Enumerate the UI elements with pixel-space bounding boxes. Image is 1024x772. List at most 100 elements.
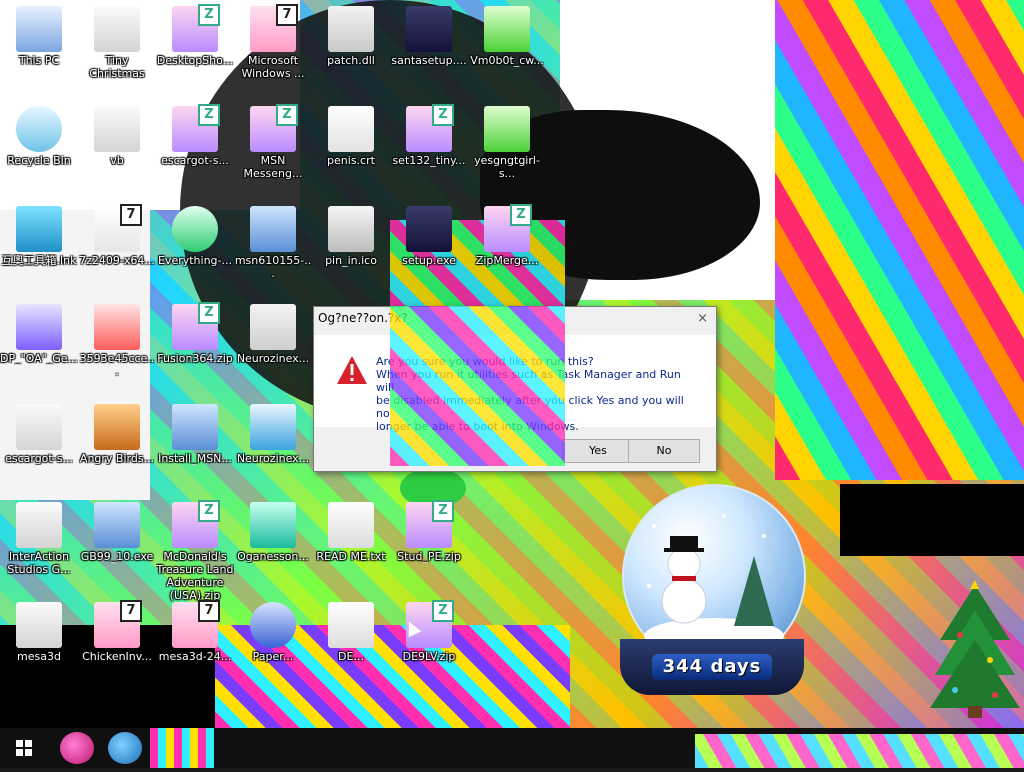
wallpaper-glitch-block — [840, 484, 1024, 556]
desktop-icon-label: 互奧工具箱.lnk — [1, 254, 77, 267]
zip-badge-icon: Z — [432, 500, 454, 522]
desktop-icon-label: McDonald's Treasure Land Adventure (USA)… — [156, 550, 234, 602]
gear-icon — [16, 304, 62, 350]
pink-app-icon[interactable] — [60, 732, 94, 764]
zip-icon: Z — [172, 500, 220, 548]
desktop-icon-label: 3593e45cce... — [79, 352, 155, 378]
desktop-icon[interactable]: READ ME.txt — [312, 496, 390, 592]
desktop-icon-label: Tiny Christmas — [89, 54, 145, 80]
zip-icon: Z — [406, 500, 454, 548]
7z-icon: 7 — [250, 4, 298, 52]
desktop-icon[interactable]: Z McDonald's Treasure Land Adventure (USA… — [156, 496, 234, 602]
desktop-icon[interactable]: vb — [78, 100, 156, 196]
desktop-icon[interactable]: Z MSN Messeng... — [234, 100, 312, 196]
game-icon — [94, 404, 140, 450]
desktop-icon[interactable]: escargot-s... — [0, 398, 78, 494]
ico-file-icon — [328, 206, 374, 252]
desktop-icon[interactable]: setup.exe — [390, 200, 468, 296]
setup-icon — [406, 206, 452, 252]
zip-badge-icon: Z — [198, 302, 220, 324]
desktop-icon[interactable]: Zset132_tiny... — [390, 100, 468, 196]
desktop-icon[interactable]: Paper... — [234, 596, 312, 692]
desktop-icon-label: Fusion364.zip — [157, 352, 233, 365]
desktop-icon[interactable]: 3593e45cce... — [78, 298, 156, 394]
desktop-icon-label: penis.crt — [327, 154, 375, 167]
desktop-icon-label: patch.dll — [327, 54, 375, 67]
desktop-icon[interactable]: 7 7z2409-x64... — [78, 200, 156, 296]
desktop-icon-label: GB99_10.exe — [80, 550, 154, 563]
desktop-icon[interactable]: patch.dll — [312, 0, 390, 96]
desktop-icon[interactable]: Vm0b0t_cw... — [468, 0, 546, 96]
desktop-icon[interactable]: Neurozinex... — [234, 398, 312, 494]
desktop-icon-label: vb — [110, 154, 124, 167]
desktop-icon-label: 7z2409-x64... — [79, 254, 155, 267]
start-button[interactable] — [0, 728, 48, 768]
desktop-icon-label: escargot-s... — [161, 154, 229, 167]
7z-badge-icon: 7 — [120, 204, 142, 226]
zip-badge-icon: Z — [432, 104, 454, 126]
image-icon — [484, 6, 530, 52]
desktop-icon-label: Stud_PE.zip — [397, 550, 461, 563]
desktop-icon[interactable]: Zescargot-s... — [156, 100, 234, 196]
desktop-icon[interactable]: Oganesson... — [234, 496, 312, 592]
desktop-icon[interactable]: This PC — [0, 0, 78, 96]
disc-icon — [250, 602, 296, 648]
desktop-icon[interactable]: 7 Microsoft Windows ... — [234, 0, 312, 96]
desktop-icon-label: READ ME.txt — [316, 550, 386, 563]
pdf-icon — [94, 304, 140, 350]
desktop-icon[interactable]: Z DesktopSho... — [156, 0, 234, 96]
7z-badge-icon: 7 — [120, 600, 142, 622]
window-app-icon — [250, 404, 296, 450]
desktop-icon[interactable]: Z Stud_PE.zip — [390, 496, 468, 592]
folder-icon — [16, 602, 62, 648]
desktop-icon[interactable]: 互奧工具箱.lnk — [0, 200, 78, 296]
desktop-icon[interactable]: DP_"OA"_Ge... — [0, 298, 78, 394]
computer-icon — [16, 6, 62, 52]
desktop-icon-label: DesktopSho... — [156, 54, 234, 67]
yes-button[interactable]: Yes — [562, 439, 634, 463]
desktop-icon[interactable]: DE... — [312, 596, 390, 692]
zip-icon: Z — [172, 302, 220, 350]
desktop-icon[interactable]: Recycle Bin — [0, 100, 78, 196]
installer-icon — [250, 206, 296, 252]
no-button[interactable]: No — [628, 439, 700, 463]
desktop-icon[interactable]: Z ZipMerge... — [468, 200, 546, 296]
desktop-icon[interactable]: penis.crt — [312, 100, 390, 196]
desktop-icon-label: Neurozinex... — [236, 352, 310, 365]
7z-installer-icon: 7 — [94, 204, 142, 252]
desktop-icon[interactable]: Neurozinex... — [234, 298, 312, 394]
desktop-icon-label: escargot-s... — [5, 452, 73, 465]
desktop-icon[interactable]: Everything-... — [156, 200, 234, 296]
windows-logo-icon — [16, 740, 32, 756]
folder-icon — [16, 502, 62, 548]
taskbar-glitch-block — [695, 734, 1024, 768]
desktop-icon[interactable]: Z DE9LV.zip — [390, 596, 468, 692]
desktop-icon[interactable]: InterAction Studios G... — [0, 496, 78, 592]
desktop-icon[interactable]: Tiny Christmas — [78, 0, 156, 96]
desktop-icon[interactable]: 7 ChickenInv... — [78, 596, 156, 692]
zip-badge-icon: Z — [276, 104, 298, 126]
og-app-icon — [250, 502, 296, 548]
desktop-icon-label: mesa3d — [17, 650, 61, 663]
7z-icon: 7 — [94, 600, 142, 648]
zip-badge-icon: Z — [198, 104, 220, 126]
desktop-icon-label: Recycle Bin — [7, 154, 71, 167]
desktop-icon[interactable]: mesa3d — [0, 596, 78, 692]
desktop-icon-label: Microsoft Windows ... — [241, 54, 305, 80]
desktop-icon[interactable]: yesgngtgirl-s... — [468, 100, 546, 196]
desktop-icon-label: set132_tiny... — [392, 154, 466, 167]
desktop-icon[interactable]: GB99_10.exe — [78, 496, 156, 592]
zip-badge-icon: Z — [510, 204, 532, 226]
desktop-icon[interactable]: 7 mesa3d-24... — [156, 596, 234, 692]
desktop-icon[interactable]: santasetup.... — [390, 0, 468, 96]
desktop-icon[interactable]: Z Fusion364.zip — [156, 298, 234, 394]
days-countdown-label: 344 days — [652, 654, 772, 680]
desktop-icon[interactable]: Angry Birds... — [78, 398, 156, 494]
desktop-icon[interactable]: msn610155-... — [234, 200, 312, 296]
desktop-icon[interactable]: Install_MSN... — [156, 398, 234, 494]
close-icon[interactable]: × — [697, 311, 708, 326]
blue-app-icon[interactable] — [108, 732, 142, 764]
taskbar — [0, 728, 1024, 768]
desktop-icon[interactable]: pin_in.ico — [312, 200, 390, 296]
certificate-icon — [328, 106, 374, 152]
